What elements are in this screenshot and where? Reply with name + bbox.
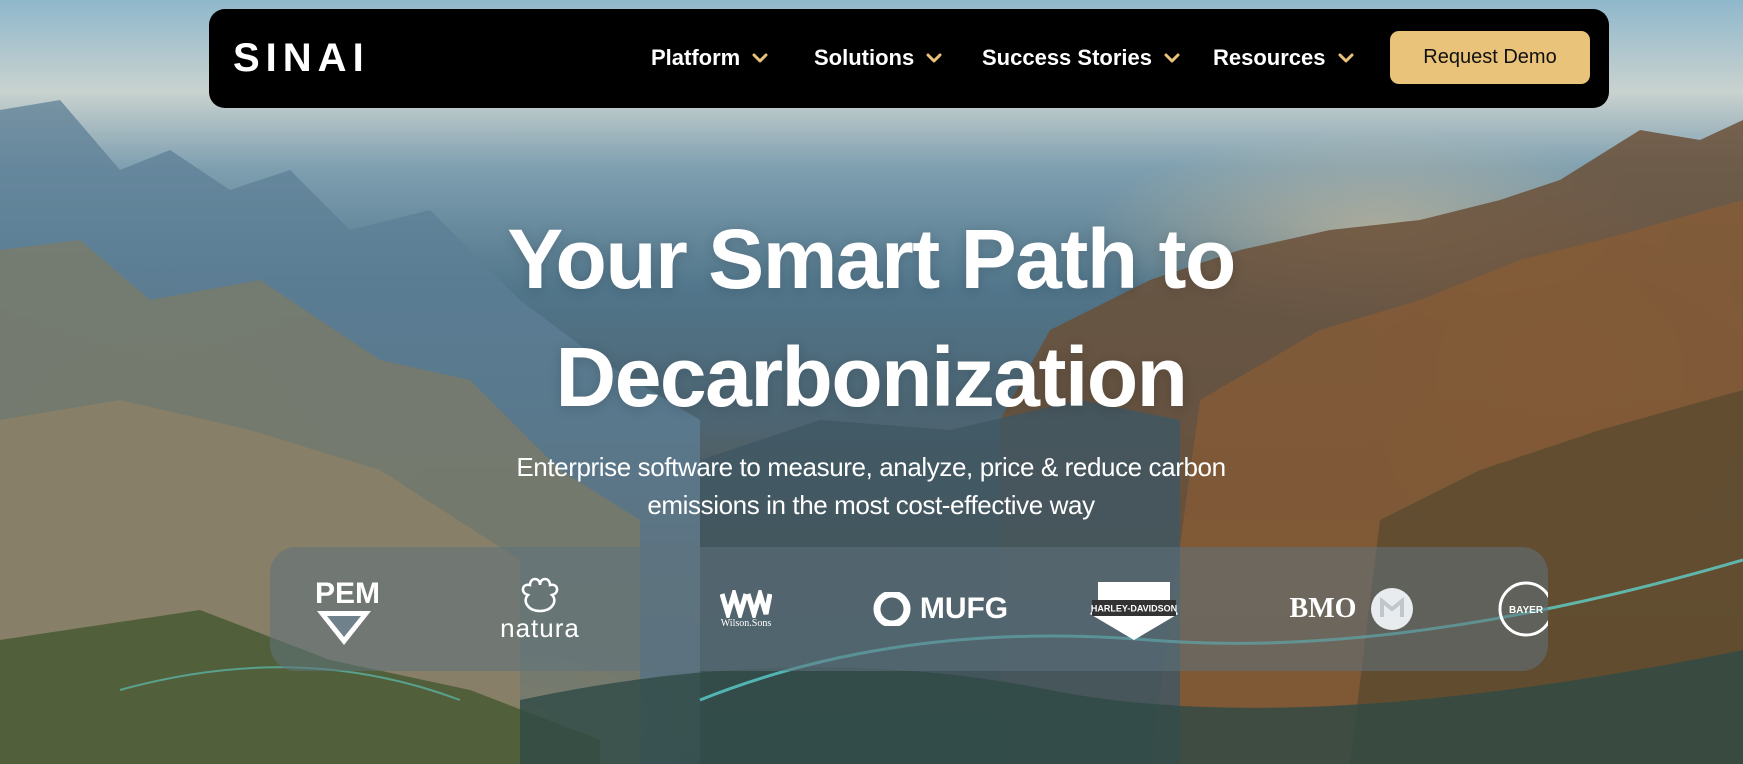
chevron-down-icon <box>1338 53 1354 63</box>
hero-subtitle: Enterprise software to measure, analyze,… <box>421 448 1321 524</box>
natura-logo: natura <box>480 547 600 671</box>
wilson-sons-logo-text: Wilson.Sons <box>720 617 772 629</box>
nav-item-platform[interactable]: Platform <box>651 43 770 73</box>
chevron-down-icon <box>926 53 942 63</box>
nav-item-label: Solutions <box>814 45 915 70</box>
client-logo-strip: PEM natura Wilson.Sons MUFG HARLEY-DAVID… <box>270 547 1548 671</box>
hero-subtitle-line-2: emissions in the most cost-effective way <box>647 490 1095 520</box>
nav-item-label: Platform <box>651 45 741 70</box>
hero-title: Your Smart Path to Decarbonization <box>371 200 1371 436</box>
bayer-logo: BAYER <box>1496 547 1548 671</box>
bmo-roundel-icon <box>1371 588 1414 630</box>
chevron-down-icon <box>752 53 768 63</box>
bayer-logo-text: BAYER <box>1509 605 1544 616</box>
mufg-symbol-icon <box>873 592 911 626</box>
harley-davidson-logo-text: HARLEY-DAVIDSON <box>1091 604 1177 614</box>
harley-davidson-logo: HARLEY-DAVIDSON <box>1084 547 1184 671</box>
hero-subtitle-line-1: Enterprise software to measure, analyze,… <box>516 452 1226 482</box>
wilson-sons-logo: Wilson.Sons <box>696 547 796 671</box>
nav-item-label: Resources <box>1213 45 1326 70</box>
chevron-down-icon <box>1164 53 1180 63</box>
hero-title-line-1: Your Smart Path to <box>507 212 1236 306</box>
nav-item-resources[interactable]: Resources <box>1213 43 1356 73</box>
mufg-logo: MUFG <box>864 547 1014 671</box>
nav-item-solutions[interactable]: Solutions <box>814 43 944 73</box>
bmo-logo-text: BMO <box>1289 593 1357 624</box>
pem-logo: PEM <box>294 547 394 671</box>
sinai-logo[interactable]: SINAI <box>233 35 370 81</box>
bmo-logo: BMO <box>1262 547 1442 671</box>
request-demo-button[interactable]: Request Demo <box>1390 31 1590 84</box>
nav-item-success-stories[interactable]: Success Stories <box>982 43 1182 73</box>
nav-item-label: Success Stories <box>982 45 1152 70</box>
mufg-logo-text: MUFG <box>919 592 1009 625</box>
natura-logo-text: natura <box>500 612 580 643</box>
hero-title-line-2: Decarbonization <box>555 330 1188 424</box>
pem-logo-text: PEM <box>315 577 379 610</box>
top-navbar: SINAI Platform Solutions Success Stories… <box>209 9 1609 108</box>
